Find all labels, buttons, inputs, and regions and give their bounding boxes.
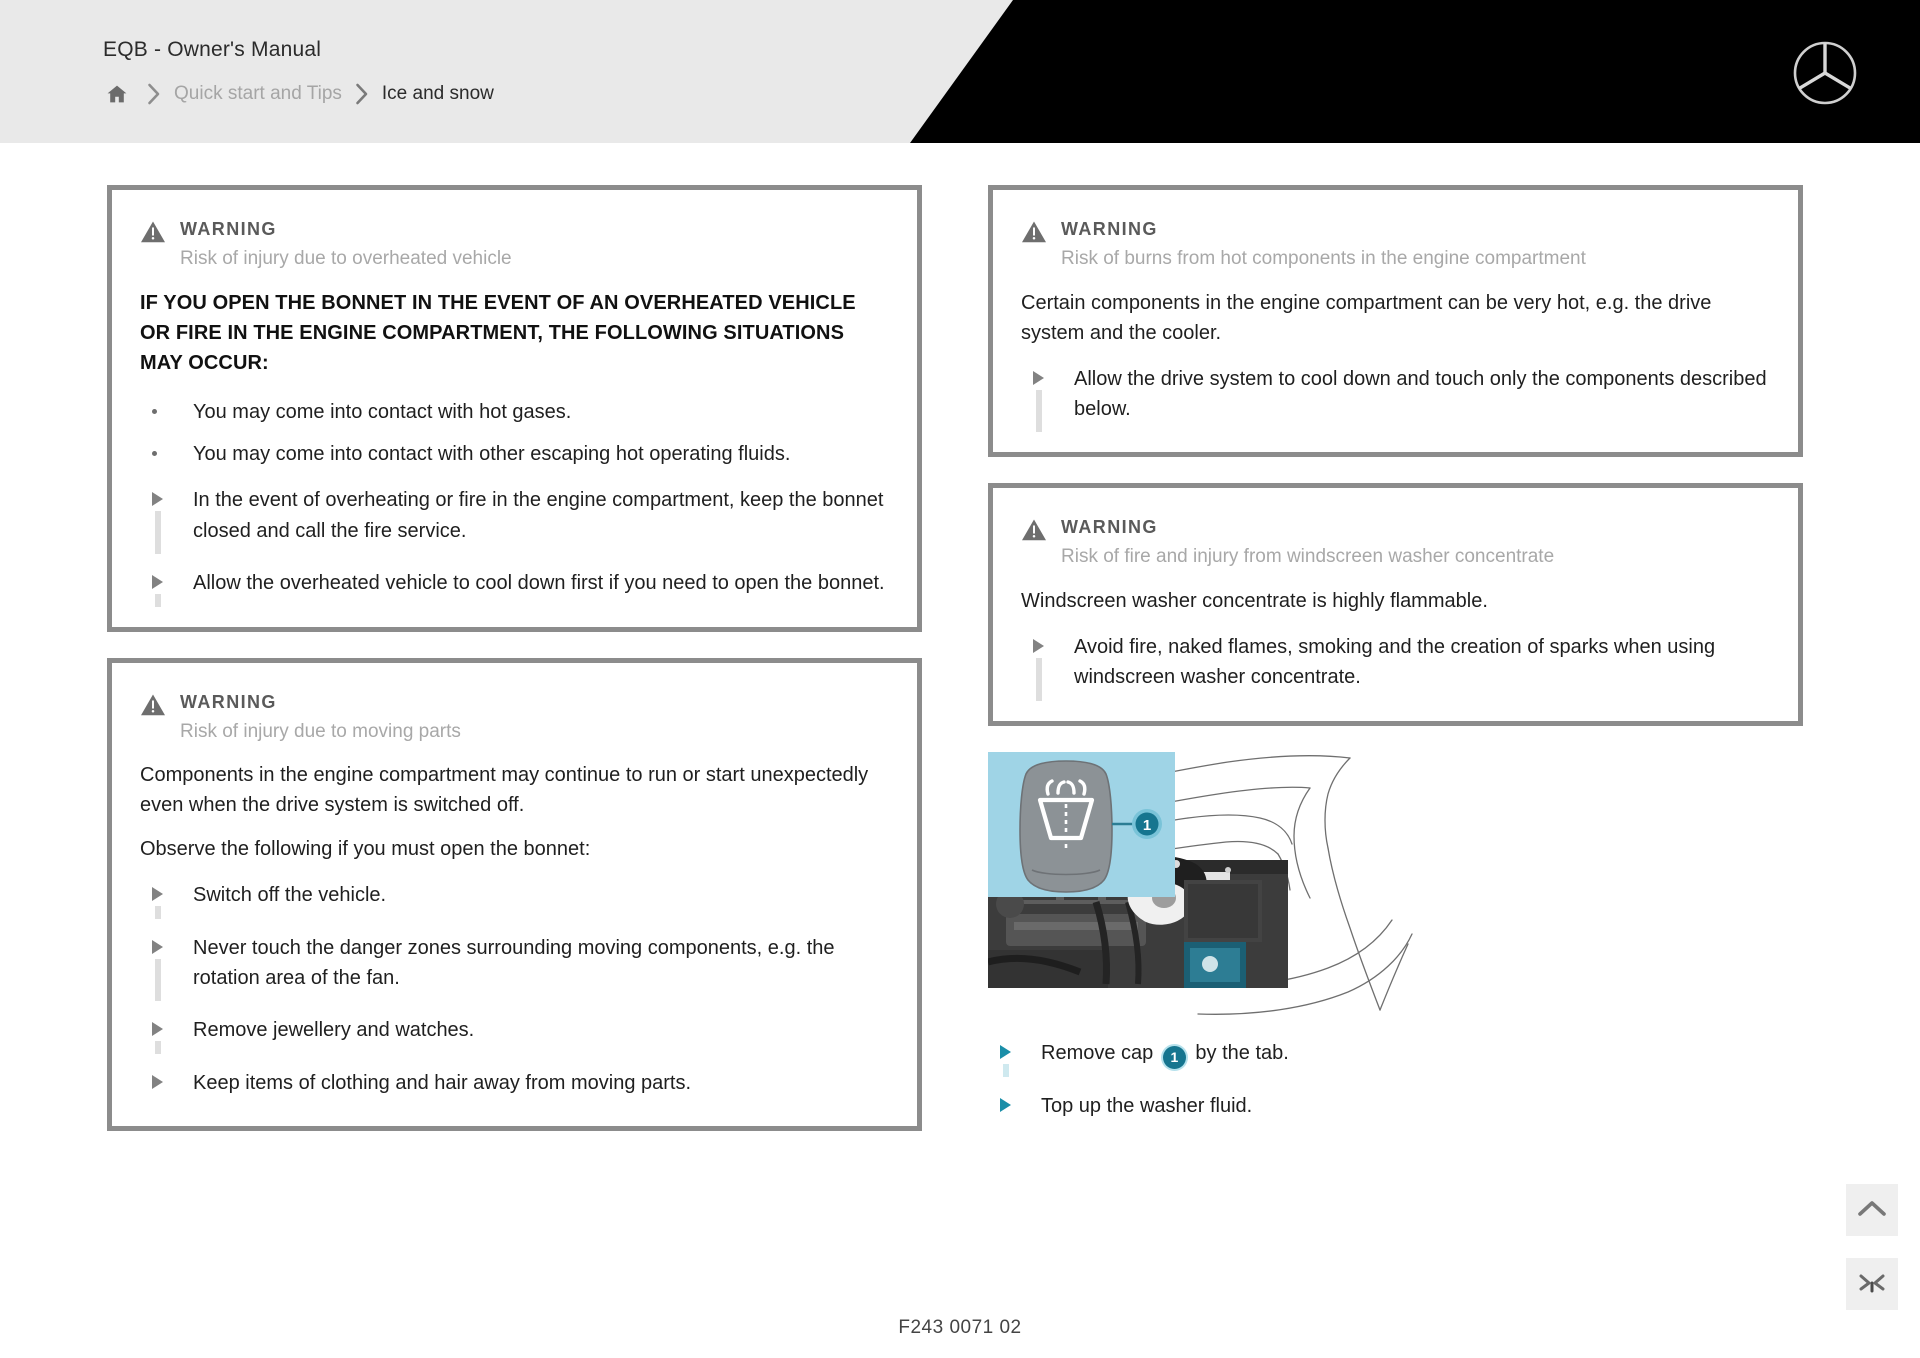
- chevron-up-icon: [1857, 1198, 1887, 1223]
- warning-header: WARNING Risk of injury due to overheated…: [140, 216, 887, 274]
- list-item: Top up the washer fluid.: [988, 1091, 1803, 1121]
- warning-box-overheated-vehicle: WARNING Risk of injury due to overheated…: [107, 185, 922, 632]
- warning-headline: IF YOU OPEN THE BONNET IN THE EVENT OF A…: [140, 291, 856, 375]
- warning-bullet-list: You may come into contact with hot gases…: [140, 397, 887, 470]
- warning-subtitle: Risk of injury due to moving parts: [180, 720, 461, 742]
- callout-badge: 1: [1162, 1045, 1186, 1069]
- step-triangle-icon: [152, 492, 163, 507]
- manual-page-content: WARNING Risk of injury due to overheated…: [0, 143, 1920, 1358]
- warning-header: WARNING Risk of burns from hot component…: [1021, 216, 1768, 274]
- warning-paragraph: Components in the engine compartment may…: [140, 764, 869, 817]
- list-item: Switch off the vehicle.: [140, 880, 887, 919]
- step-text: Allow the drive system to cool down and …: [1074, 367, 1767, 420]
- chevron-right-icon: [342, 83, 382, 105]
- warning-triangle-icon: [140, 220, 166, 249]
- step-triangle-icon: [1033, 370, 1044, 385]
- list-item: Keep items of clothing and hair away fro…: [140, 1068, 887, 1098]
- list-item: You may come into contact with hot gases…: [140, 397, 887, 427]
- chevron-right-icon: [134, 83, 174, 105]
- step-bar: [1003, 1063, 1009, 1077]
- list-item: Allow the overheated vehicle to cool dow…: [140, 568, 887, 607]
- collapse-button[interactable]: [1846, 1258, 1898, 1310]
- step-text: Avoid fire, naked flames, smoking and th…: [1074, 635, 1716, 689]
- page-header: EQB - Owner's Manual Quick start and Tip…: [0, 0, 1920, 143]
- step-text: Top up the washer fluid.: [1041, 1094, 1253, 1117]
- procedure-step-list: Remove cap 1 by the tab. Top up the wash…: [988, 1038, 1803, 1122]
- step-text-before: Remove cap: [1041, 1041, 1154, 1064]
- header-black-banner: [910, 0, 1920, 143]
- breadcrumb-item-current: Ice and snow: [381, 83, 494, 104]
- step-triangle-icon: [152, 939, 163, 954]
- step-bar: [155, 594, 161, 607]
- step-bar: [155, 1041, 161, 1054]
- warning-label: WARNING: [180, 691, 277, 712]
- step-text: Keep items of clothing and hair away fro…: [193, 1071, 692, 1094]
- svg-text:1: 1: [1143, 817, 1151, 834]
- step-triangle-icon: [152, 1074, 163, 1089]
- warning-triangle-icon: [140, 693, 166, 722]
- step-text: Allow the overheated vehicle to cool dow…: [193, 572, 885, 595]
- warning-triangle-icon: [1021, 220, 1047, 249]
- left-column: WARNING Risk of injury due to overheated…: [107, 185, 922, 1157]
- warning-triangle-icon: [1021, 518, 1047, 547]
- step-text-after: by the tab.: [1195, 1041, 1289, 1064]
- warning-step-list: Switch off the vehicle. Never touch the …: [140, 880, 887, 1098]
- list-item: You may come into contact with other esc…: [140, 439, 887, 469]
- step-triangle-icon: [152, 1022, 163, 1037]
- breadcrumb: Quick start and Tips Ice and snow: [100, 78, 494, 110]
- scroll-to-top-button[interactable]: [1846, 1184, 1898, 1236]
- illustration-section: 1 Remove cap 1 by the tab. Top up the wa…: [988, 751, 1803, 1122]
- step-triangle-icon: [1000, 1097, 1011, 1112]
- right-column: WARNING Risk of burns from hot component…: [988, 185, 1803, 1123]
- home-icon[interactable]: [100, 81, 134, 107]
- step-triangle-icon: [152, 575, 163, 590]
- step-text: Never touch the danger zones surrounding…: [193, 936, 835, 989]
- step-bar: [155, 906, 161, 919]
- step-bar: [155, 511, 161, 555]
- step-triangle-icon: [1033, 638, 1044, 653]
- page-footer: F243 0071 02: [0, 1298, 1920, 1358]
- list-item: Allow the drive system to cool down and …: [1021, 364, 1768, 433]
- warning-label: WARNING: [1061, 219, 1158, 239]
- warning-box-washer-concentrate: WARNING Risk of fire and injury from win…: [988, 483, 1803, 726]
- breadcrumb-item-parent[interactable]: Quick start and Tips: [174, 83, 342, 105]
- collapse-icon: [1858, 1271, 1886, 1298]
- page-title: EQB - Owner's Manual: [103, 38, 322, 61]
- warning-paragraph: Certain components in the engine compart…: [1021, 291, 1712, 344]
- step-bar: [1036, 389, 1042, 433]
- step-bar: [1036, 657, 1042, 701]
- figure-reference-code: F243 0071 02: [898, 1317, 1022, 1338]
- engine-compartment-washer-reservoir-illustration: 1: [988, 751, 1448, 1022]
- warning-step-list: Allow the drive system to cool down and …: [1021, 364, 1768, 433]
- warning-label: WARNING: [1061, 517, 1158, 538]
- warning-header: WARNING Risk of injury due to moving par…: [140, 689, 887, 747]
- warning-paragraph: Observe the following if you must open t…: [140, 838, 591, 861]
- warning-label: WARNING: [180, 219, 277, 239]
- step-text: Switch off the vehicle.: [193, 884, 387, 907]
- warning-paragraph: Windscreen washer concentrate is highly …: [1021, 589, 1488, 612]
- list-item: Remove cap 1 by the tab.: [988, 1038, 1803, 1077]
- warning-step-list: Avoid fire, naked flames, smoking and th…: [1021, 632, 1768, 701]
- list-item: Never touch the danger zones surrounding…: [140, 933, 887, 1002]
- list-item: In the event of overheating or fire in t…: [140, 485, 887, 555]
- warning-subtitle: Risk of fire and injury from windscreen …: [1061, 546, 1555, 568]
- step-bar: [155, 958, 161, 1002]
- step-text: In the event of overheating or fire in t…: [193, 489, 884, 542]
- warning-box-hot-components: WARNING Risk of burns from hot component…: [988, 185, 1803, 458]
- step-triangle-icon: [152, 887, 163, 902]
- warning-step-list: In the event of overheating or fire in t…: [140, 485, 887, 607]
- warning-subtitle: Risk of burns from hot components in the…: [1061, 248, 1586, 269]
- list-item: Remove jewellery and watches.: [140, 1015, 887, 1054]
- mercedes-benz-star-logo: [1792, 40, 1858, 106]
- list-item: Avoid fire, naked flames, smoking and th…: [1021, 632, 1768, 701]
- warning-header: WARNING Risk of fire and injury from win…: [1021, 514, 1768, 572]
- step-triangle-icon: [1000, 1044, 1011, 1059]
- warning-box-moving-parts: WARNING Risk of injury due to moving par…: [107, 657, 922, 1132]
- warning-subtitle: Risk of injury due to overheated vehicle: [180, 248, 512, 269]
- step-text: Remove jewellery and watches.: [193, 1019, 475, 1042]
